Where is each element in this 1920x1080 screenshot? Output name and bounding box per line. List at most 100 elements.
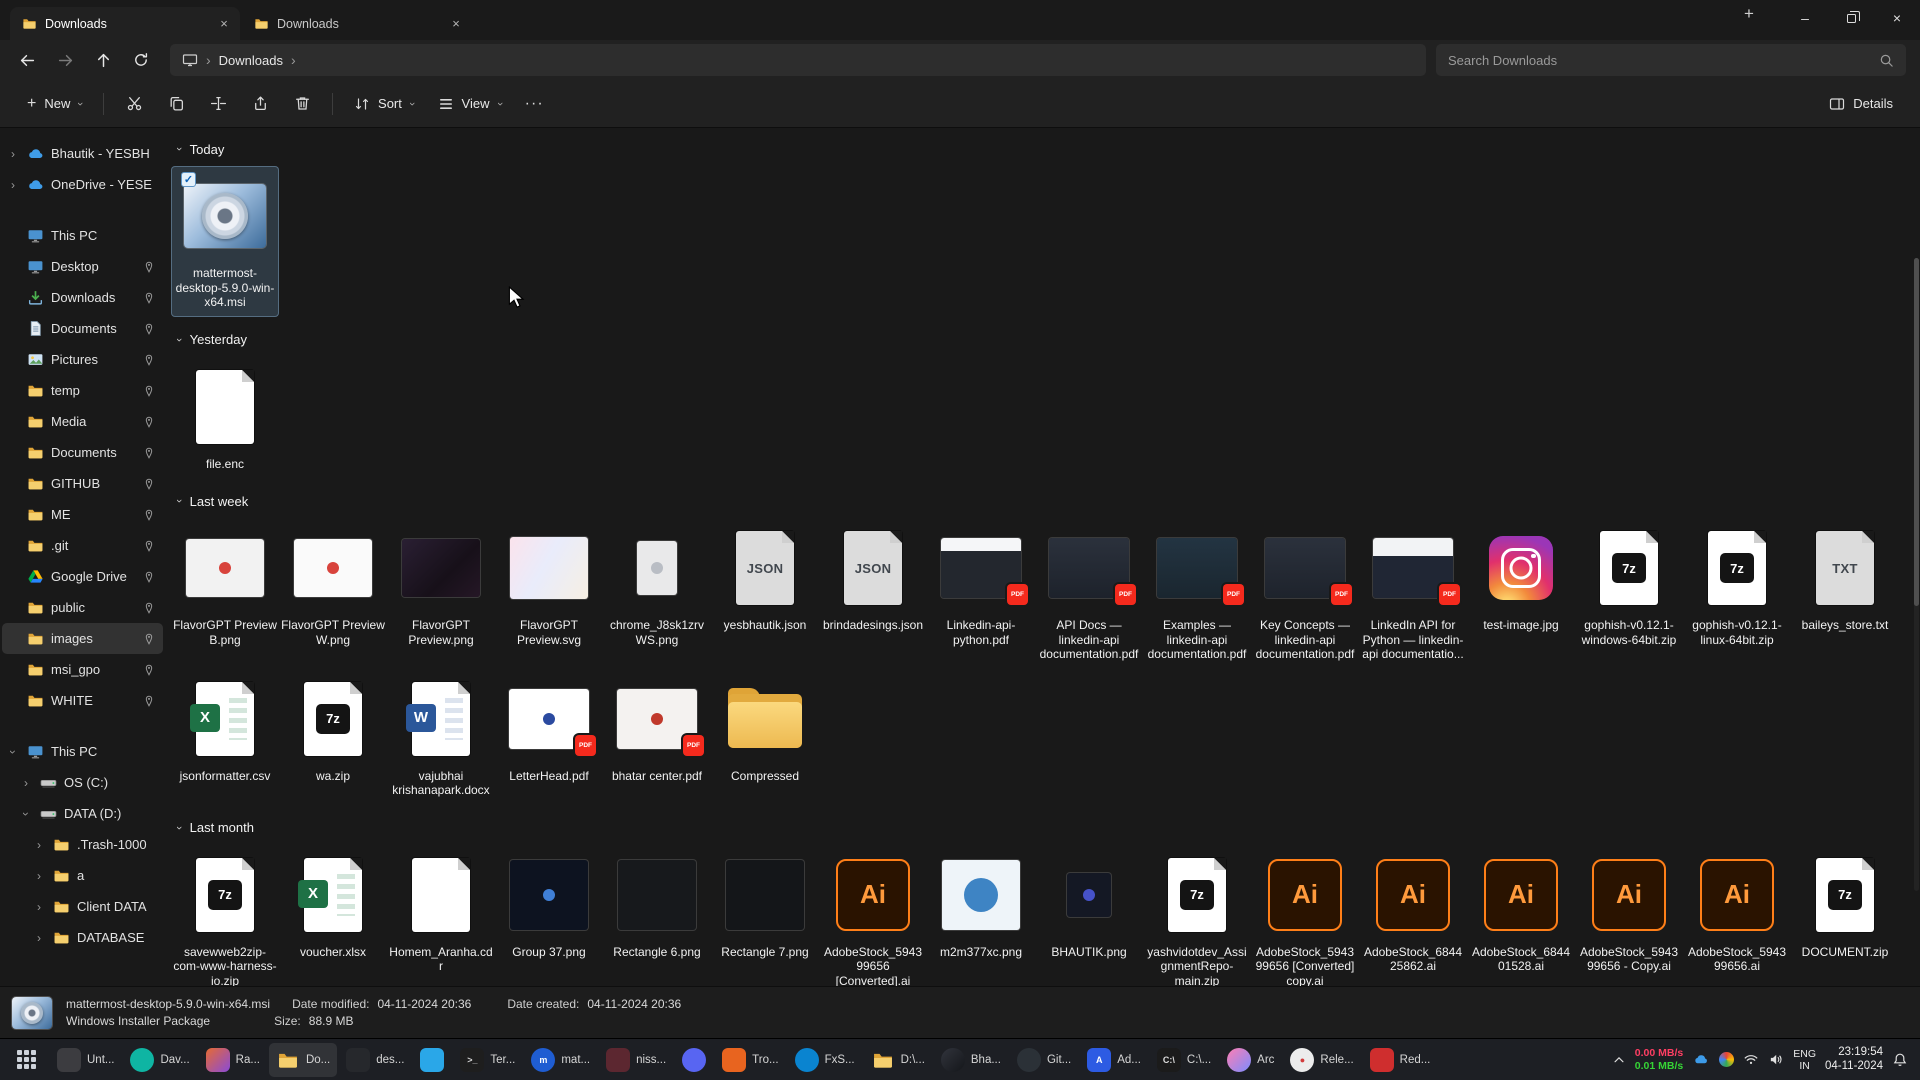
sidebar-item-git[interactable]: .git xyxy=(2,530,163,561)
restore-button[interactable] xyxy=(1828,0,1874,36)
delete-button[interactable] xyxy=(282,86,322,122)
file-tile-wa-zip[interactable]: 7zwa.zip xyxy=(279,669,387,791)
sidebar-item-documents[interactable]: Documents xyxy=(2,437,163,468)
file-tile-letterhead-pdf[interactable]: PDFLetterHead.pdf xyxy=(495,669,603,791)
group-header-yesterday[interactable]: ›Yesterday xyxy=(177,325,1912,355)
file-tile-yesbhautik-json[interactable]: JSONyesbhautik.json xyxy=(711,518,819,640)
sidebar-item-google-drive[interactable]: Google Drive xyxy=(2,561,163,592)
chevron-right-icon[interactable]: › xyxy=(32,869,46,883)
file-tile-examples-linkedin-api-documentation-pdf[interactable]: PDFExamples — linkedin-api documentation… xyxy=(1143,518,1251,669)
refresh-button[interactable] xyxy=(122,44,160,76)
taskbar-app-vscode[interactable] xyxy=(413,1043,451,1077)
close-button[interactable]: × xyxy=(1874,0,1920,36)
tray-clock[interactable]: 23:19:54 04-11-2024 xyxy=(1825,1046,1883,1073)
chevron-right-icon[interactable]: › xyxy=(6,178,20,192)
file-tile-flavorgpt-preview-w-png[interactable]: FlavorGPT Preview W.png xyxy=(279,518,387,654)
sidebar-item-client-data[interactable]: ›Client DATA xyxy=(2,891,163,922)
chevron-down-icon[interactable]: › xyxy=(6,745,20,759)
sidebar-item-desktop[interactable]: Desktop xyxy=(2,251,163,282)
file-tile-api-docs-linkedin-api-documentation-pdf[interactable]: PDFAPI Docs — linkedin-api documentation… xyxy=(1035,518,1143,669)
taskbar-app-niss-app[interactable]: niss... xyxy=(599,1043,673,1077)
explorer-tab-downloads[interactable]: Downloads× xyxy=(10,7,240,40)
taskbar-app-tro-app[interactable]: Tro... xyxy=(715,1043,785,1077)
notification-bell-icon[interactable] xyxy=(1892,1052,1908,1068)
sort-button[interactable]: Sort › xyxy=(343,86,425,122)
taskbar-app-file-explorer[interactable]: Do... xyxy=(269,1043,337,1077)
sidebar-item-trash-1000[interactable]: ›.Trash-1000 xyxy=(2,829,163,860)
up-button[interactable] xyxy=(84,44,122,76)
sidebar-item-white[interactable]: WHITE xyxy=(2,685,163,716)
address-bar[interactable]: › Downloads › xyxy=(170,44,1426,76)
taskbar-app-discord[interactable] xyxy=(675,1043,713,1077)
file-tile-adobestock-684425862-ai[interactable]: AiAdobeStock_684425862.ai xyxy=(1359,845,1467,981)
view-button[interactable]: View › xyxy=(427,86,513,122)
file-tile-compressed[interactable]: Compressed xyxy=(711,669,819,791)
sidebar-item-onedrive-yese[interactable]: ›OneDrive - YESE xyxy=(2,169,163,200)
share-button[interactable] xyxy=(240,86,280,122)
sidebar-item-github[interactable]: GITHUB xyxy=(2,468,163,499)
sidebar-item-msi-gpo[interactable]: msi_gpo xyxy=(2,654,163,685)
chevron-down-icon[interactable]: › xyxy=(19,807,33,821)
taskbar-app-red-app[interactable]: Red... xyxy=(1363,1043,1438,1077)
taskbar-app-mattermost[interactable]: mmat... xyxy=(524,1043,597,1077)
vertical-scrollbar[interactable] xyxy=(1914,258,1919,891)
taskbar-app-fxsound[interactable]: FxS... xyxy=(788,1043,862,1077)
search-input[interactable] xyxy=(1448,53,1871,68)
cut-button[interactable] xyxy=(114,86,154,122)
selection-checkbox[interactable]: ✓ xyxy=(181,172,196,187)
tab-close-icon[interactable]: × xyxy=(214,14,234,34)
chevron-right-icon[interactable]: › xyxy=(32,900,46,914)
onedrive-icon[interactable] xyxy=(1692,1052,1710,1067)
sidebar-item-this-pc[interactable]: ›This PC xyxy=(2,736,163,767)
taskbar-app-adobe-app[interactable]: AAd... xyxy=(1080,1043,1148,1077)
sidebar-item-this-pc[interactable]: This PC xyxy=(2,220,163,251)
language-indicator[interactable]: ENG IN xyxy=(1793,1048,1816,1072)
taskbar-app-rainbow-app[interactable]: Ra... xyxy=(199,1043,267,1077)
back-button[interactable] xyxy=(8,44,46,76)
chevron-right-icon[interactable]: › xyxy=(32,838,46,852)
file-tile-gophish-v0-12-1-linux-64bit-zip[interactable]: 7zgophish-v0.12.1-linux-64bit.zip xyxy=(1683,518,1791,654)
details-pane-button[interactable]: Details xyxy=(1818,86,1904,122)
file-tile-savewweb2zip-com-www-harness-io-zip[interactable]: 7zsavewweb2zip-com-www-harness-io.zip xyxy=(171,845,279,987)
file-tile-baileys-store-txt[interactable]: TXTbaileys_store.txt xyxy=(1791,518,1899,640)
group-header-last-week[interactable]: ›Last week xyxy=(177,486,1912,516)
file-tile-document-zip[interactable]: 7zDOCUMENT.zip xyxy=(1791,845,1899,967)
taskbar-app-release-app[interactable]: ●Rele... xyxy=(1283,1043,1360,1077)
file-tile-rectangle-6-png[interactable]: Rectangle 6.png xyxy=(603,845,711,967)
search-box[interactable] xyxy=(1436,44,1906,76)
group-header-last-month[interactable]: ›Last month xyxy=(177,813,1912,843)
volume-icon[interactable] xyxy=(1768,1052,1784,1067)
wifi-icon[interactable] xyxy=(1743,1052,1759,1067)
sidebar-item-documents[interactable]: Documents xyxy=(2,313,163,344)
network-speed-widget[interactable]: 0.00 MB/s 0.01 MB/s xyxy=(1635,1047,1683,1072)
scrollbar-thumb[interactable] xyxy=(1914,258,1919,606)
sidebar-item-public[interactable]: public xyxy=(2,592,163,623)
file-tile-homem-aranha-cdr[interactable]: Homem_Aranha.cdr xyxy=(387,845,495,981)
more-options-button[interactable]: ··· xyxy=(514,86,554,122)
sidebar-item-data-d[interactable]: ›DATA (D:) xyxy=(2,798,163,829)
taskbar-app-folder-d[interactable]: D:\... xyxy=(864,1043,932,1077)
file-tile-mattermost-desktop-5-9-0-win-x64-msi[interactable]: ✓mattermost-desktop-5.9.0-win-x64.msi xyxy=(171,166,279,317)
chevron-right-icon[interactable]: › xyxy=(32,931,46,945)
file-tile-flavorgpt-preview-png[interactable]: FlavorGPT Preview.png xyxy=(387,518,495,654)
sidebar-item-downloads[interactable]: Downloads xyxy=(2,282,163,313)
file-tile-rectangle-7-png[interactable]: Rectangle 7.png xyxy=(711,845,819,967)
explorer-tab-downloads[interactable]: Downloads× xyxy=(242,7,472,40)
file-tile-adobestock-594399656-converted-copy-ai[interactable]: AiAdobeStock_594399656 [Converted] copy.… xyxy=(1251,845,1359,987)
file-tile-file-enc[interactable]: file.enc xyxy=(171,357,279,479)
file-tile-group-37-png[interactable]: Group 37.png xyxy=(495,845,603,967)
minimize-button[interactable]: – xyxy=(1782,0,1828,36)
sidebar-item-images[interactable]: images xyxy=(2,623,163,654)
browser-profile-icon[interactable] xyxy=(1719,1052,1734,1067)
taskbar-app-github[interactable]: Git... xyxy=(1010,1043,1078,1077)
taskbar-app-cmd[interactable]: C:\C:\... xyxy=(1150,1043,1218,1077)
file-tile-jsonformatter-csv[interactable]: Xjsonformatter.csv xyxy=(171,669,279,791)
file-tile-brindadesings-json[interactable]: JSONbrindadesings.json xyxy=(819,518,927,640)
breadcrumb-downloads[interactable]: Downloads xyxy=(219,53,283,68)
taskbar-app-design-app[interactable]: des... xyxy=(339,1043,411,1077)
sidebar-item-media[interactable]: Media xyxy=(2,406,163,437)
file-tile-adobestock-684401528-ai[interactable]: AiAdobeStock_684401528.ai xyxy=(1467,845,1575,981)
file-tile-test-image-jpg[interactable]: test-image.jpg xyxy=(1467,518,1575,640)
chevron-right-icon[interactable]: › xyxy=(6,147,20,161)
taskbar-app-untitled[interactable]: Unt... xyxy=(50,1043,121,1077)
